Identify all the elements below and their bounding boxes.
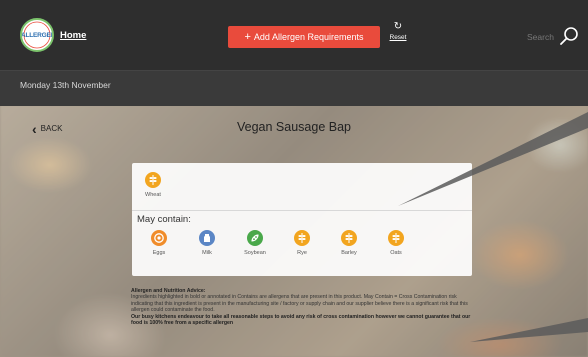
back-button[interactable]: ‹ BACK — [32, 120, 63, 137]
allergen-advice: Allergen and Nutrition Advice: Ingredien… — [131, 288, 471, 326]
reset-label: Reset — [389, 34, 407, 41]
wheat-icon — [388, 230, 404, 246]
may-contain-item-barley: Barley — [330, 230, 368, 256]
may-contain-item-milk: Milk — [188, 230, 226, 256]
allergen-logo-icon[interactable]: ALLERGEN — [20, 18, 54, 52]
wheat-icon — [341, 230, 357, 246]
allergen-label: Soybean — [244, 250, 266, 256]
back-label: BACK — [40, 124, 63, 133]
wheat-icon — [294, 230, 310, 246]
allergen-label: Rye — [297, 250, 307, 256]
may-contain-item-soybean: Soybean — [236, 230, 274, 256]
wheat-icon — [145, 172, 161, 188]
egg-icon — [151, 230, 167, 246]
soybean-icon — [247, 230, 263, 246]
advice-body: Ingredients highlighted in bold or annot… — [131, 294, 468, 314]
milk-icon — [199, 230, 215, 246]
divider — [132, 210, 472, 211]
allergen-label: Barley — [341, 250, 357, 256]
allergen-label: Milk — [202, 250, 212, 256]
refresh-icon: ↻ — [393, 21, 403, 32]
page-title: Vegan Sausage Bap — [237, 120, 351, 134]
allergen-label: Oats — [390, 250, 402, 256]
add-allergen-label: Add Allergen Requirements — [253, 32, 364, 42]
search-icon[interactable] — [559, 26, 579, 46]
advice-note: Our busy kitchens endeavour to take all … — [131, 313, 471, 327]
current-date: Monday 13th November — [20, 80, 111, 90]
chevron-left-icon: ‹ — [32, 120, 37, 137]
allergen-label: Eggs — [152, 250, 166, 256]
may-contain-item-rye: Rye — [283, 230, 321, 256]
allergen-item-wheat: Wheat — [134, 172, 172, 198]
home-link[interactable]: Home — [60, 30, 86, 41]
top-navigation-bar: ALLERGEN Home + Add Allergen Requirement… — [0, 0, 588, 70]
may-contain-item-oats: Oats — [377, 230, 415, 256]
allergen-card: Wheat May contain: Eggs Milk Soybean Rye… — [132, 163, 472, 276]
may-contain-item-eggs: Eggs — [140, 230, 178, 256]
search-label[interactable]: Search — [527, 32, 554, 42]
allergen-label: Wheat — [145, 192, 161, 198]
logo-text: ALLERGEN — [21, 32, 54, 39]
may-contain-heading: May contain: — [137, 214, 191, 225]
plus-icon: + — [244, 31, 251, 43]
add-allergen-requirements-button[interactable]: + Add Allergen Requirements — [228, 26, 380, 48]
reset-button[interactable]: ↻ Reset — [386, 21, 410, 42]
